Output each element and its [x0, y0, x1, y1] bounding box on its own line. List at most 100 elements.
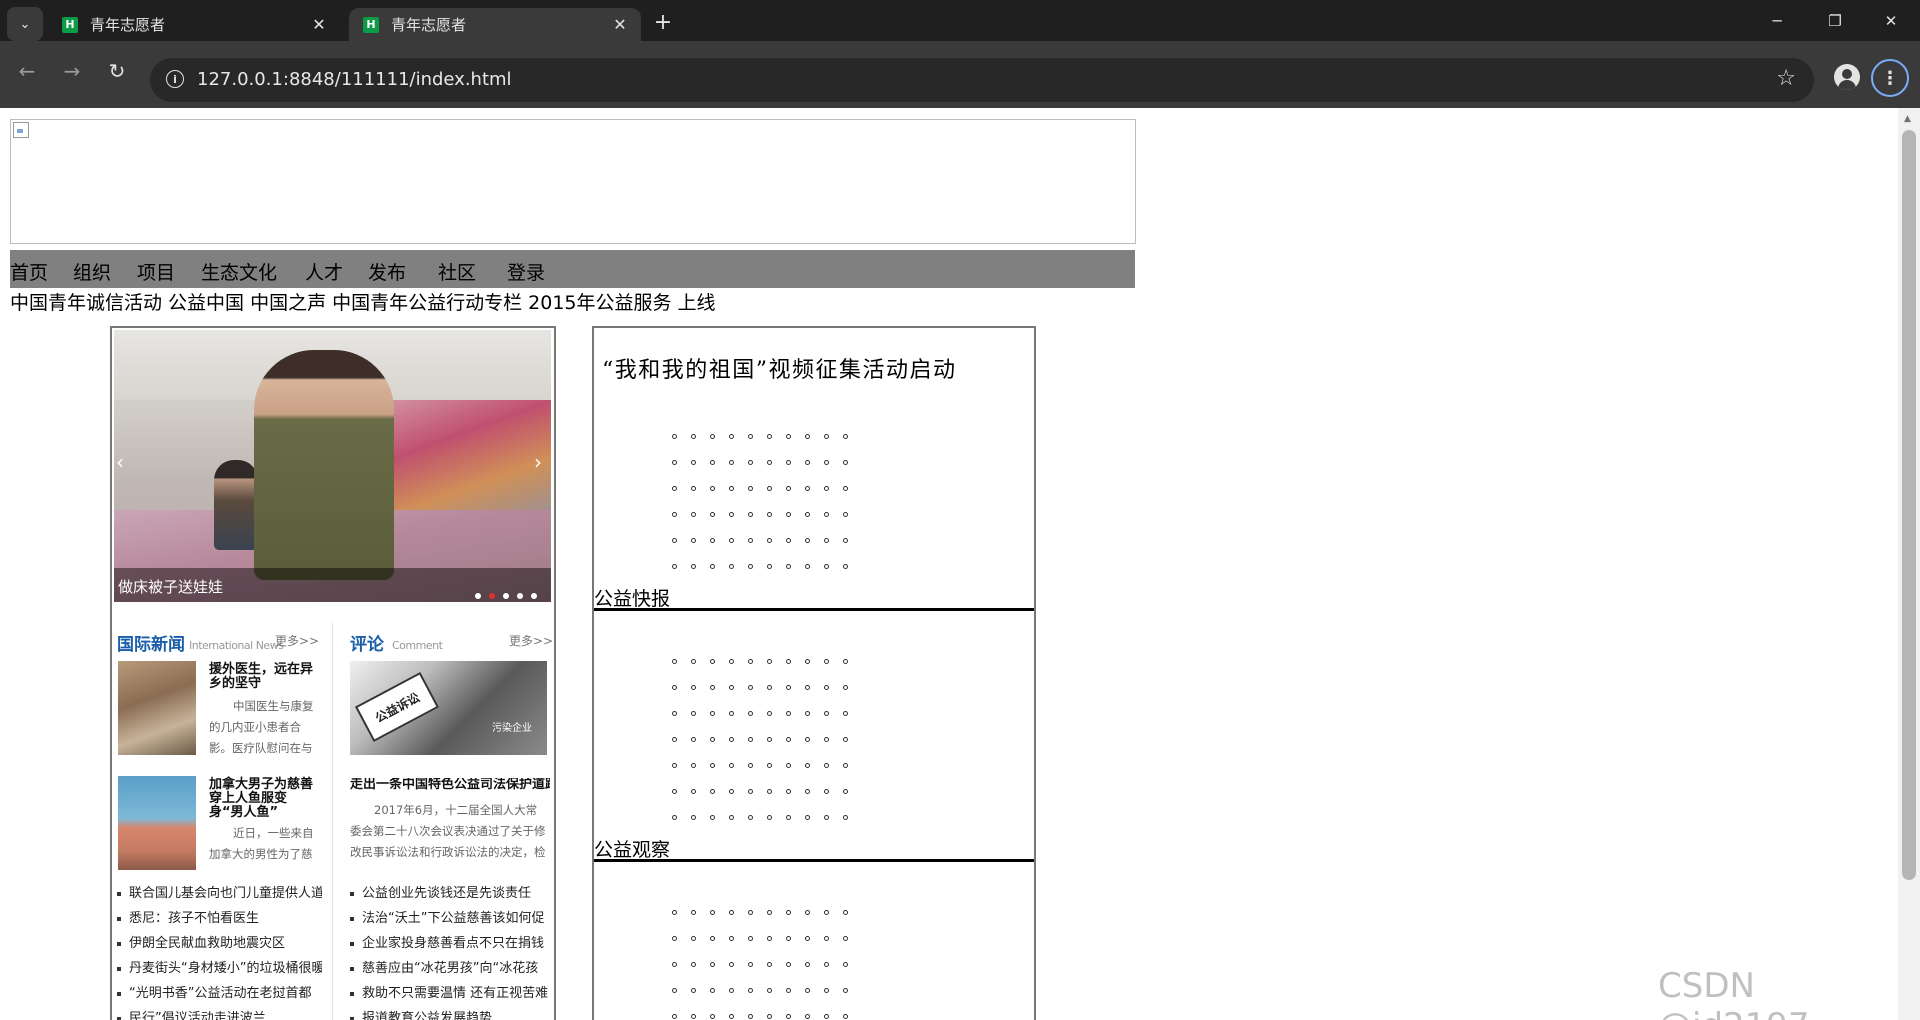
comment-heading-en: Comment	[392, 639, 443, 652]
intl-news-heading: 国际新闻	[117, 635, 185, 655]
nav-item-login[interactable]: 登录	[507, 258, 545, 285]
close-icon[interactable]: ✕	[306, 15, 332, 34]
list-marker	[786, 910, 791, 915]
banner-image	[10, 119, 1136, 244]
list-marker	[767, 512, 772, 517]
chevron-right-icon[interactable]: ›	[534, 450, 542, 474]
list-marker	[672, 512, 677, 517]
nav-item-org[interactable]: 组织	[73, 258, 111, 285]
list-marker	[843, 815, 848, 820]
carousel-dot[interactable]	[517, 593, 523, 599]
tab-inactive[interactable]: H 青年志愿者 ✕	[48, 8, 340, 41]
arrow-left-icon[interactable]: ←	[13, 57, 41, 85]
news-thumbnail-merman[interactable]	[118, 776, 196, 870]
list-item[interactable]: 报道教育公益发展趋势	[350, 1006, 550, 1020]
reload-icon[interactable]: ↻	[103, 57, 131, 85]
list-marker	[786, 988, 791, 993]
list-marker	[805, 988, 810, 993]
tab-title: 青年志愿者	[90, 16, 166, 34]
carousel-dot[interactable]	[531, 593, 537, 599]
list-marker	[805, 763, 810, 768]
intl-news-more-link[interactable]: 更多>>	[275, 632, 319, 649]
empty-list-row	[672, 779, 862, 805]
close-window-icon[interactable]: ✕	[1862, 0, 1920, 41]
news-title[interactable]: 援外医生，远在异乡的坚守	[209, 663, 319, 691]
close-icon[interactable]: ✕	[607, 15, 633, 34]
browser-toolbar: ← → ↻ i 127.0.0.1:8848/111111/index.html…	[0, 41, 1920, 108]
link-line[interactable]: 中国青年诚信活动 公益中国 中国之声 中国青年公益行动专栏 2015年公益服务 …	[10, 288, 716, 315]
list-marker	[843, 737, 848, 742]
list-item[interactable]: 法治“沃土”下公益慈善该如何促	[350, 906, 550, 931]
carousel-caption[interactable]: 做床被子送娃娃	[118, 576, 223, 597]
person-icon[interactable]	[1834, 64, 1860, 90]
list-item[interactable]: 伊朗全民献血救助地震灾区	[117, 931, 322, 956]
list-item[interactable]: 丹麦街头“身材矮小”的垃圾桶很暖	[117, 956, 322, 981]
list-item[interactable]: 企业家投身慈善看点不只在捐钱	[350, 931, 550, 956]
list-marker	[672, 711, 677, 716]
list-marker	[729, 763, 734, 768]
tab-active[interactable]: H 青年志愿者 ✕	[349, 8, 641, 41]
nav-item-eco-culture[interactable]: 生态文化	[201, 258, 277, 285]
scroll-up-arrow-icon[interactable]: ▲	[1904, 114, 1911, 124]
chevron-left-icon[interactable]: ‹	[116, 450, 124, 474]
list-marker	[691, 763, 696, 768]
list-marker	[767, 936, 772, 941]
nav-item-talent[interactable]: 人才	[305, 258, 343, 285]
list-marker	[672, 962, 677, 967]
nav-item-publish[interactable]: 发布	[368, 258, 406, 285]
kebab-menu-icon[interactable]: ⋮	[1871, 59, 1909, 97]
list-marker	[710, 988, 715, 993]
scrollbar-thumb[interactable]	[1902, 130, 1916, 880]
minimize-icon[interactable]: ─	[1748, 0, 1806, 41]
carousel-dot[interactable]	[475, 593, 481, 599]
comment-more-link[interactable]: 更多>>	[509, 632, 553, 649]
list-marker	[672, 434, 677, 439]
carousel-dot-active[interactable]	[489, 593, 495, 599]
list-item[interactable]: 慈善应由“冰花男孩”向“冰花孩	[350, 956, 550, 981]
chevron-down-icon[interactable]: ⌄	[7, 7, 43, 41]
nav-item-home[interactable]: 首页	[10, 258, 48, 285]
news-title[interactable]: 加拿大男子为慈善穿上人鱼服变身“男人鱼”	[209, 778, 319, 820]
list-item[interactable]: 悉尼：孩子不怕看医生	[117, 906, 322, 931]
nav-item-projects[interactable]: 项目	[137, 258, 175, 285]
star-icon[interactable]: ☆	[1776, 66, 1796, 91]
list-marker	[805, 564, 810, 569]
list-item[interactable]: 公益创业先谈钱还是先谈责任	[350, 881, 550, 906]
list-marker	[729, 988, 734, 993]
list-marker	[824, 936, 829, 941]
list-marker	[786, 815, 791, 820]
list-marker	[748, 659, 753, 664]
url-text[interactable]: 127.0.0.1:8848/111111/index.html	[197, 69, 512, 90]
list-marker	[672, 737, 677, 742]
list-marker	[805, 936, 810, 941]
address-bar[interactable]: i 127.0.0.1:8848/111111/index.html ☆	[150, 58, 1814, 102]
comment-title[interactable]: 走出一条中国特色公益司法保护道路	[350, 778, 550, 792]
list-marker	[748, 564, 753, 569]
comment-thumbnail[interactable]: 公益诉讼 污染企业	[350, 661, 547, 755]
info-icon[interactable]: i	[166, 70, 184, 88]
restore-icon[interactable]: ❐	[1806, 0, 1864, 41]
list-marker	[729, 538, 734, 543]
list-item[interactable]: “光明书香”公益活动在老挝首都	[117, 981, 322, 1006]
arrow-right-icon[interactable]: →	[58, 57, 86, 85]
list-marker	[691, 685, 696, 690]
list-marker	[786, 737, 791, 742]
list-marker	[767, 815, 772, 820]
news-thumbnail-doctors[interactable]	[118, 661, 196, 755]
page-scrollbar[interactable]: ▲	[1898, 108, 1920, 1020]
empty-list-row	[672, 476, 862, 502]
list-marker	[767, 962, 772, 967]
list-item[interactable]: 联合国儿基会向也门儿童提供人道	[117, 881, 322, 906]
list-marker	[748, 711, 753, 716]
feature-title[interactable]: “我和我的祖国”视频征集活动启动	[602, 352, 957, 384]
broken-image-icon	[13, 122, 29, 138]
list-marker	[805, 815, 810, 820]
new-tab-button[interactable]: +	[650, 9, 676, 35]
list-item[interactable]: 民行”倡议活动走进波兰	[117, 1006, 322, 1020]
watermark-text: CSDN @id2197	[1658, 966, 1810, 1020]
list-item[interactable]: 救助不只需要温情 还有正视苦难	[350, 981, 550, 1006]
image-carousel[interactable]: 做床被子送娃娃 ‹ ›	[114, 330, 551, 602]
list-marker	[691, 1014, 696, 1019]
nav-item-community[interactable]: 社区	[438, 258, 476, 285]
carousel-dot[interactable]	[503, 593, 509, 599]
